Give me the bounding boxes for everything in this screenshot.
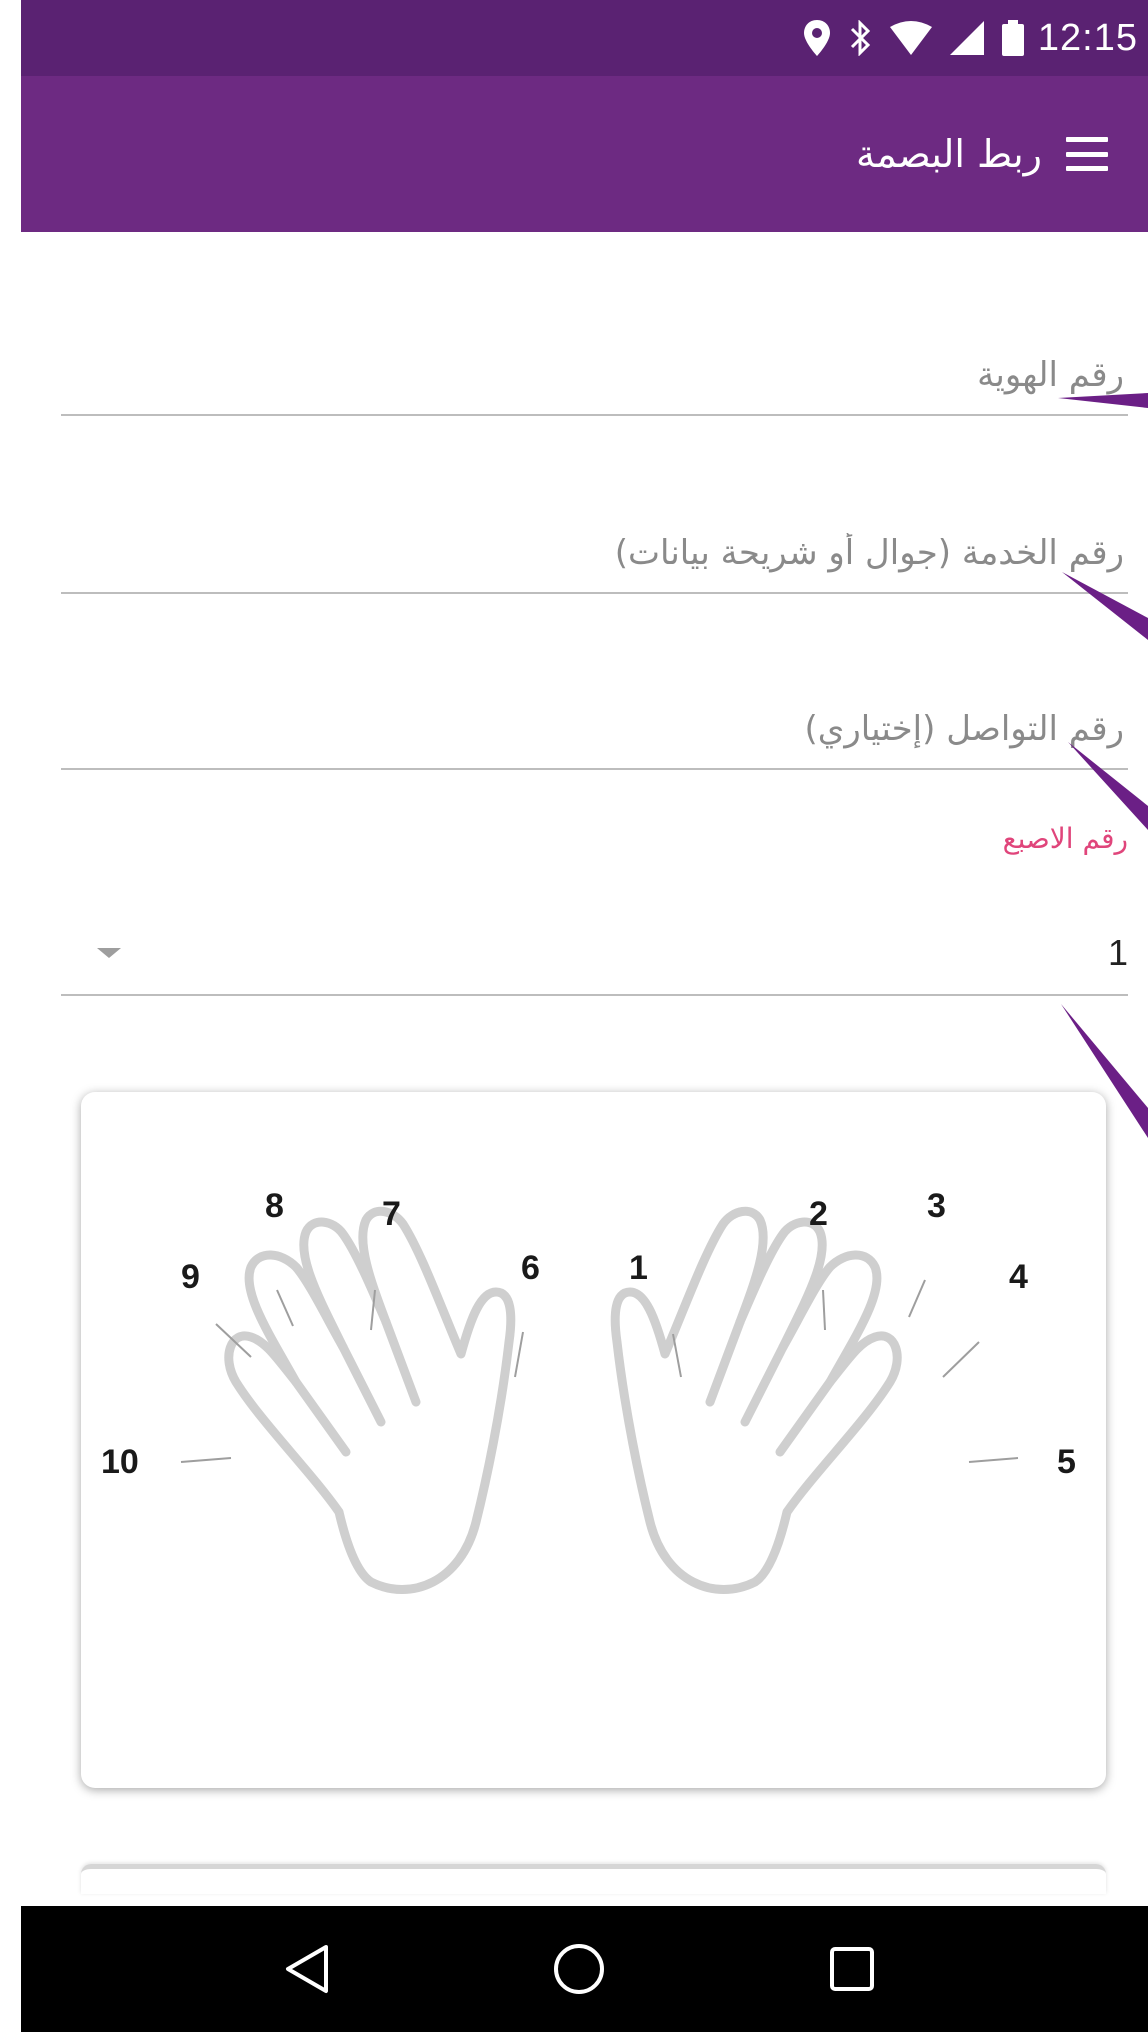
service-number-field[interactable] [61,514,1128,594]
location-icon [803,20,830,56]
contact-number-input[interactable] [61,709,1128,749]
contact-number-field[interactable] [61,690,1128,770]
screen-bezel [0,0,21,2032]
main-content: رقم الاصبع 1 [21,232,1148,1906]
finger-number-4: 4 [1009,1258,1028,1296]
hamburger-menu-icon[interactable] [1066,137,1108,171]
signal-icon [949,21,984,55]
back-icon[interactable] [267,1929,347,2009]
hands-diagram: 1 2 3 4 5 6 7 8 9 10 [101,1187,1076,1594]
id-number-field[interactable] [61,336,1128,416]
id-number-input[interactable] [61,355,1128,395]
app-bar: ربط البصمة [21,76,1148,232]
finger-select-value: 1 [1107,932,1128,973]
finger-number-5: 5 [1057,1443,1076,1481]
status-icons [803,20,1024,56]
status-time: 12:15 [1037,16,1138,59]
finger-number-10: 10 [101,1443,139,1481]
wifi-icon [889,21,932,55]
system-nav-bar [21,1906,1148,2032]
page-title: ربط البصمة [856,132,1042,176]
finger-number-9: 9 [181,1258,200,1296]
finger-number-select[interactable]: 1 [61,912,1128,996]
recents-icon[interactable] [812,1929,892,2009]
battery-icon [1001,20,1024,56]
finger-number-3: 3 [927,1187,946,1225]
finger-select-label: رقم الاصبع [1002,822,1128,855]
finger-diagram-card: 1 2 3 4 5 6 7 8 9 10 [81,1092,1106,1788]
status-bar: 12:15 [21,0,1148,76]
next-card-edge [81,1864,1106,1894]
left-hand-outline [224,1206,516,1594]
right-hand-outline [610,1206,902,1594]
dropdown-caret-icon[interactable] [97,948,121,958]
finger-number-6: 6 [521,1249,540,1287]
service-number-input[interactable] [61,533,1128,573]
finger-number-7: 7 [382,1195,401,1233]
finger-number-2: 2 [809,1195,828,1233]
finger-number-1: 1 [629,1249,648,1287]
bluetooth-icon [850,20,871,56]
home-icon[interactable] [539,1929,619,2009]
finger-number-8: 8 [265,1187,284,1225]
